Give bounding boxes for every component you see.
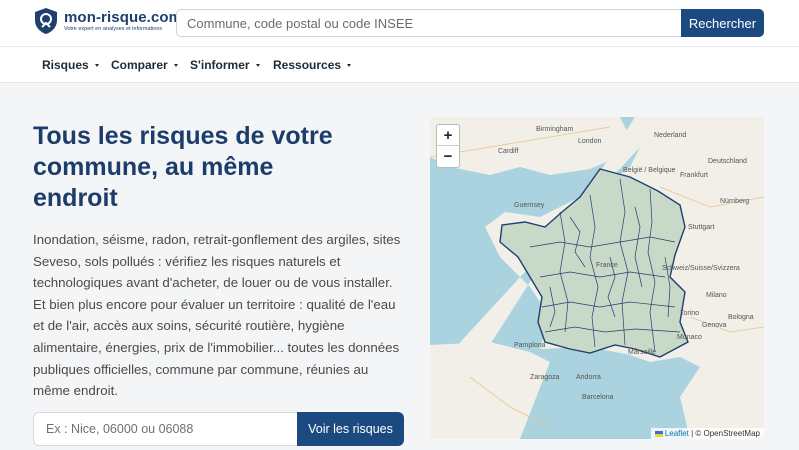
nav-item-sinformer[interactable]: S'informer <box>190 58 260 72</box>
map-label: France <box>596 262 618 269</box>
caret-down-icon <box>255 63 260 67</box>
nav-item-comparer[interactable]: Comparer <box>111 58 178 72</box>
map-label: Schweiz/Suisse/Svizzera <box>662 265 740 272</box>
map-label: Nürnberg <box>720 198 749 205</box>
hero-title: Tous les risques de votre commune, au mê… <box>33 122 333 212</box>
map-label: Torino <box>680 310 699 317</box>
map-label: Nederland <box>654 132 686 139</box>
nav-item-label: Comparer <box>111 58 168 72</box>
logo-name: mon-risque.com <box>64 8 183 26</box>
caret-down-icon <box>173 63 178 67</box>
france-map[interactable]: Birmingham London Cardiff Nederland Belg… <box>430 117 764 439</box>
map-label: Barcelona <box>582 394 614 401</box>
map-attribution: Leaflet | © OpenStreetMap <box>650 428 764 439</box>
map-label: Andorra <box>576 374 601 381</box>
caret-down-icon <box>347 63 352 67</box>
main-nav: Risques Comparer S'informer Ressources <box>0 46 799 83</box>
zoom-out-button[interactable]: − <box>437 146 459 167</box>
nav-item-risques[interactable]: Risques <box>42 58 99 72</box>
commune-search-input[interactable] <box>33 412 298 446</box>
zoom-in-button[interactable]: + <box>437 125 459 146</box>
map-label: Frankfurt <box>680 172 708 179</box>
logo-tagline: Votre expert en analyses et informations <box>64 25 163 32</box>
site-header: mon-risque.com Votre expert en analyses … <box>0 0 799 46</box>
map-label: London <box>578 138 601 145</box>
view-risks-button[interactable]: Voir les risques <box>297 412 404 446</box>
map-label: Stuttgart <box>688 224 715 231</box>
map-label: Bologna <box>728 314 754 321</box>
map-label: Birmingham <box>536 126 574 133</box>
map-label: Zaragoza <box>530 374 560 381</box>
map-label: Genova <box>702 322 727 329</box>
leaflet-link[interactable]: Leaflet <box>665 429 689 438</box>
zoom-control: + − <box>436 124 460 168</box>
map-label: Marseille <box>628 349 656 356</box>
caret-down-icon <box>94 63 99 67</box>
nav-item-label: S'informer <box>190 58 250 72</box>
map-tiles: Birmingham London Cardiff Nederland Belg… <box>430 117 764 439</box>
map-label: Pamplona <box>514 342 546 349</box>
map-label: België / Belgique <box>623 167 676 174</box>
nav-item-ressources[interactable]: Ressources <box>273 58 352 72</box>
map-label: Deutschland <box>708 158 747 165</box>
map-label: Monaco <box>677 334 702 341</box>
hero-description: Inondation, séisme, radon, retrait-gonfl… <box>33 232 401 399</box>
search-button[interactable]: Rechercher <box>681 9 764 37</box>
site-logo[interactable]: mon-risque.com Votre expert en analyses … <box>33 7 182 35</box>
map-label: Cardiff <box>498 148 519 155</box>
map-label: Guernsey <box>514 202 545 209</box>
nav-item-label: Risques <box>42 58 89 72</box>
search-input[interactable] <box>176 9 682 37</box>
osm-attribution: | © OpenStreetMap <box>691 429 760 438</box>
shield-logo-icon <box>35 8 57 34</box>
ukraine-flag-icon <box>654 430 663 437</box>
nav-item-label: Ressources <box>273 58 342 72</box>
map-label: Milano <box>706 292 727 299</box>
